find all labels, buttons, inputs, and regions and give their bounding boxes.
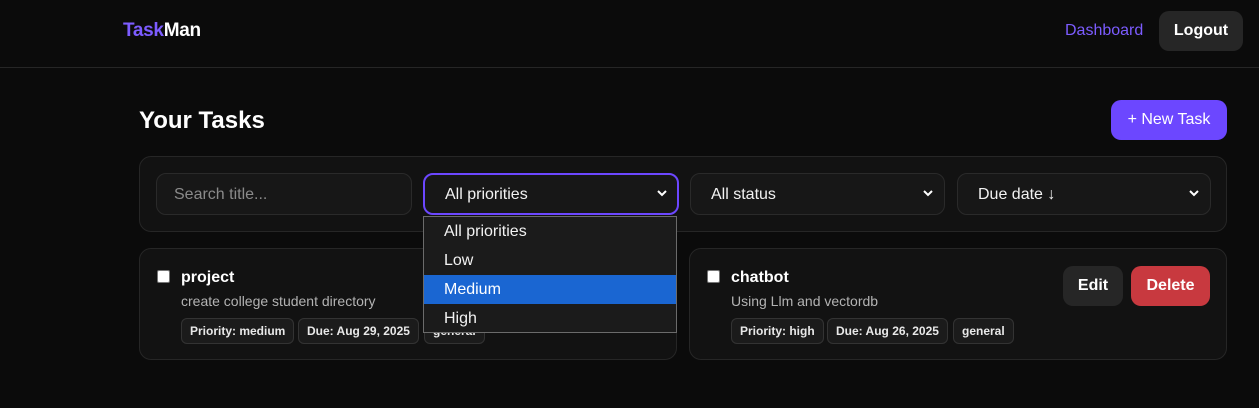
task-complete-checkbox[interactable] [157, 270, 170, 283]
priority-option-all[interactable]: All priorities [424, 217, 676, 246]
logout-button[interactable]: Logout [1159, 11, 1243, 51]
brand-part-task: Task [123, 20, 164, 41]
priority-select[interactable]: All priorities [423, 173, 679, 215]
task-title: project [181, 269, 235, 286]
chevron-down-icon [657, 190, 667, 197]
edit-button[interactable]: Edit [1063, 266, 1123, 306]
due-date-tag: Due: Aug 26, 2025 [827, 318, 948, 344]
task-description: create college student directory [181, 293, 376, 309]
priority-select-value: All priorities [445, 186, 528, 203]
due-date-tag: Due: Aug 29, 2025 [298, 318, 419, 344]
task-description: Using Llm and vectordb [731, 293, 879, 309]
task-card: chatbot Using Llm and vectordb Priority:… [689, 248, 1227, 360]
task-title: chatbot [731, 269, 789, 286]
priority-tag: Priority: high [731, 318, 824, 344]
chevron-down-icon [1189, 190, 1199, 197]
status-select-value: All status [711, 186, 776, 203]
search-input[interactable]: Search title... [156, 173, 412, 215]
top-navbar: TaskMan Dashboard Logout [0, 0, 1259, 68]
dashboard-link[interactable]: Dashboard [1065, 22, 1143, 40]
brand-logo[interactable]: TaskMan [123, 20, 201, 42]
priority-option-low[interactable]: Low [424, 246, 676, 275]
priority-option-high[interactable]: High [424, 304, 676, 333]
priority-dropdown-list: All priorities Low Medium High [423, 216, 677, 333]
filter-panel: Search title... All priorities All statu… [139, 156, 1227, 232]
sort-select[interactable]: Due date ↓ [957, 173, 1211, 215]
task-complete-checkbox[interactable] [707, 270, 720, 283]
search-placeholder: Search title... [174, 186, 268, 203]
priority-tag: Priority: medium [181, 318, 295, 344]
brand-part-man: Man [163, 20, 201, 41]
delete-button[interactable]: Delete [1131, 266, 1210, 306]
chevron-down-icon [923, 190, 933, 197]
priority-option-medium[interactable]: Medium [424, 275, 676, 304]
sort-select-value: Due date ↓ [978, 186, 1056, 203]
category-tag: general [953, 318, 1014, 344]
page-title: Your Tasks [139, 107, 265, 134]
status-select[interactable]: All status [690, 173, 945, 215]
new-task-button[interactable]: + New Task [1111, 100, 1227, 140]
